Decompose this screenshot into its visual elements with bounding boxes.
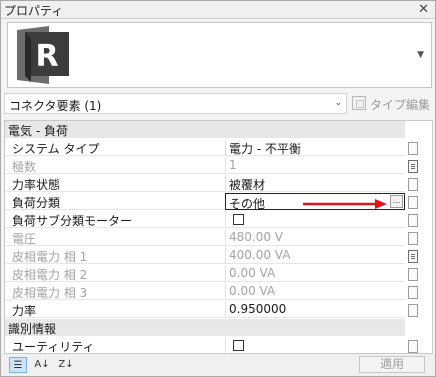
property-name: 力率: [12, 304, 37, 318]
properties-grid: 電気 - 負荷 ︽ システム タイプ 電力 - 不平衡 極数 1 力率状態 被覆…: [4, 120, 433, 354]
associate-parameter-button[interactable]: [408, 340, 418, 353]
associate-parameter-button[interactable]: [408, 196, 418, 209]
property-value[interactable]: 0.950000: [225, 301, 405, 318]
selection-filter-dropdown[interactable]: コネクタ要素 (1) ⌄: [4, 93, 347, 114]
group-title: 識別情報: [8, 322, 57, 336]
property-name: 皮相電力 相 1: [12, 250, 88, 264]
bottom-toolbar: ☰ A↓ Z↓ 適用: [1, 354, 435, 376]
parameter-association-column: [408, 121, 432, 353]
panel-title: プロパティ: [4, 4, 64, 18]
property-row: 皮相電力 相 1 400.00 VA: [5, 247, 405, 264]
sort-ascending-icon[interactable]: A↓: [33, 357, 51, 373]
apply-button[interactable]: 適用: [359, 356, 425, 373]
properties-panel: プロパティ ✕ R ▼ コネクタ要素 (1) ⌄ タイプ編集 電気 - 負荷 ︽…: [0, 0, 436, 377]
edit-type-button[interactable]: タイプ編集: [350, 93, 432, 114]
ellipsis-button[interactable]: ...: [390, 195, 403, 208]
associate-parameter-button[interactable]: [408, 304, 418, 317]
property-name: システム タイプ: [12, 142, 100, 156]
associate-parameter-button[interactable]: [408, 232, 418, 245]
group-header-identity[interactable]: 識別情報 ︽: [5, 319, 430, 336]
type-selector[interactable]: R ▼: [7, 22, 432, 88]
property-row: 電圧 480.00 V: [5, 229, 405, 246]
associate-parameter-button[interactable]: [408, 250, 418, 263]
checkbox[interactable]: [233, 340, 244, 351]
property-value: その他: [229, 197, 266, 211]
property-value: 0.00 VA: [225, 283, 405, 300]
associate-parameter-button[interactable]: [408, 286, 418, 299]
type-dropdown-arrow-icon[interactable]: ▼: [417, 50, 424, 60]
property-row: 皮相電力 相 3 0.00 VA: [5, 283, 405, 300]
property-value: [225, 337, 405, 353]
property-name: 皮相電力 相 3: [12, 286, 88, 300]
chevron-down-icon: ⌄: [334, 98, 342, 108]
property-name: 電圧: [12, 232, 37, 246]
edit-type-label: タイプ編集: [370, 98, 431, 112]
property-row: 負荷サブ分類モーター: [5, 211, 405, 228]
property-row: システム タイプ 電力 - 不平衡: [5, 139, 405, 156]
property-name: 負荷分類: [12, 196, 61, 210]
property-row: 力率 0.950000: [5, 301, 405, 318]
selection-row: コネクタ要素 (1) ⌄ タイプ編集: [1, 93, 435, 115]
property-row: ユーティリティ: [5, 337, 405, 354]
categorized-sort-icon[interactable]: ☰: [9, 357, 27, 373]
selection-label: コネクタ要素 (1): [9, 99, 102, 113]
property-row: 極数 1: [5, 157, 405, 174]
associate-parameter-button[interactable]: [408, 142, 418, 155]
property-value: 400.00 VA: [225, 247, 405, 264]
close-icon[interactable]: ✕: [418, 2, 429, 17]
property-value: 1: [225, 157, 405, 174]
group-title: 電気 - 負荷: [8, 124, 68, 138]
property-row: 力率状態 被覆材: [5, 175, 405, 192]
property-value: 480.00 V: [225, 229, 405, 246]
property-name: 皮相電力 相 2: [12, 268, 88, 282]
property-row-selected: 負荷分類 その他 ...: [5, 193, 405, 211]
panel-titlebar[interactable]: プロパティ ✕: [1, 1, 435, 19]
group-header-electrical-load[interactable]: 電気 - 負荷 ︽: [5, 121, 430, 138]
edit-type-icon: [352, 96, 366, 110]
associate-parameter-button[interactable]: [408, 214, 418, 227]
property-row: 皮相電力 相 2 0.00 VA: [5, 265, 405, 282]
property-value[interactable]: 電力 - 不平衡: [225, 139, 405, 156]
property-name: ユーティリティ: [12, 340, 95, 354]
property-value-field[interactable]: その他 ...: [225, 193, 405, 211]
revit-logo-icon: R: [17, 26, 69, 84]
revit-logo-letter: R: [35, 39, 58, 74]
sort-descending-icon[interactable]: Z↓: [57, 357, 75, 373]
property-value: [225, 211, 405, 228]
associate-parameter-button[interactable]: [408, 178, 418, 191]
associate-parameter-button[interactable]: [408, 268, 418, 281]
property-name: 極数: [12, 160, 37, 174]
associate-parameter-button[interactable]: [408, 160, 418, 173]
property-name: 力率状態: [12, 178, 61, 192]
checkbox[interactable]: [233, 214, 244, 225]
property-value[interactable]: 被覆材: [225, 175, 405, 192]
property-value: 0.00 VA: [225, 265, 405, 282]
property-name: 負荷サブ分類モーター: [12, 214, 133, 228]
